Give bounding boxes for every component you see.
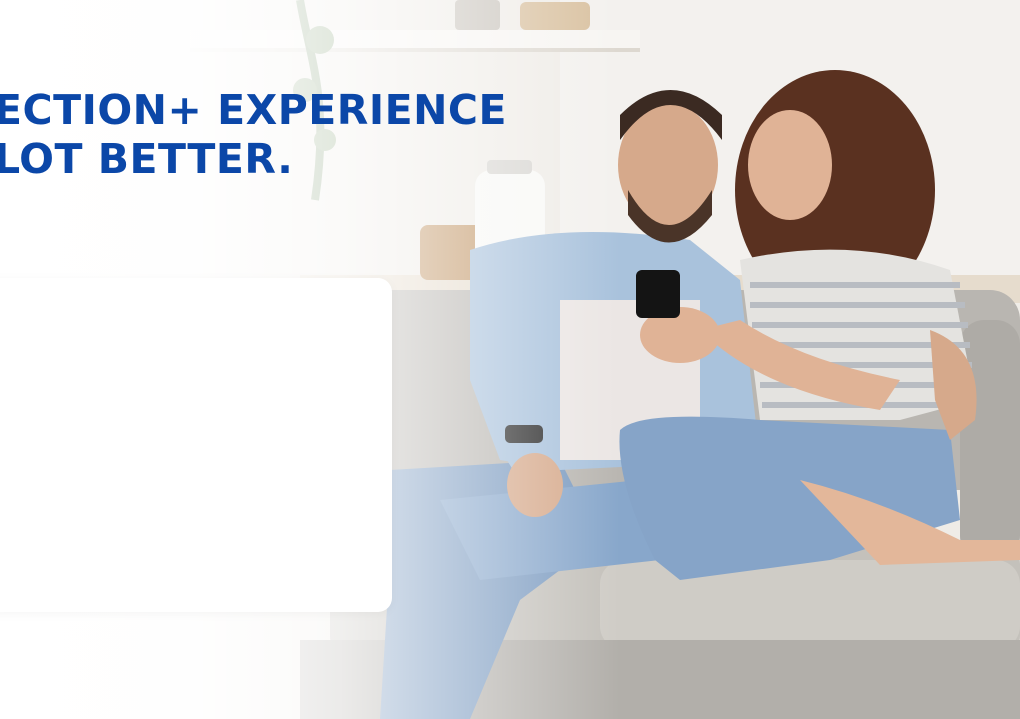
headline-line-1: ECTION+ EXPERIENCE [0,86,508,134]
content-card [0,278,392,612]
headline-line-2: LOT BETTER. [0,135,294,183]
hero-headline: ECTION+ EXPERIENCE LOT BETTER. [0,86,507,184]
hero-banner: ECTION+ EXPERIENCE LOT BETTER. [0,0,1020,719]
